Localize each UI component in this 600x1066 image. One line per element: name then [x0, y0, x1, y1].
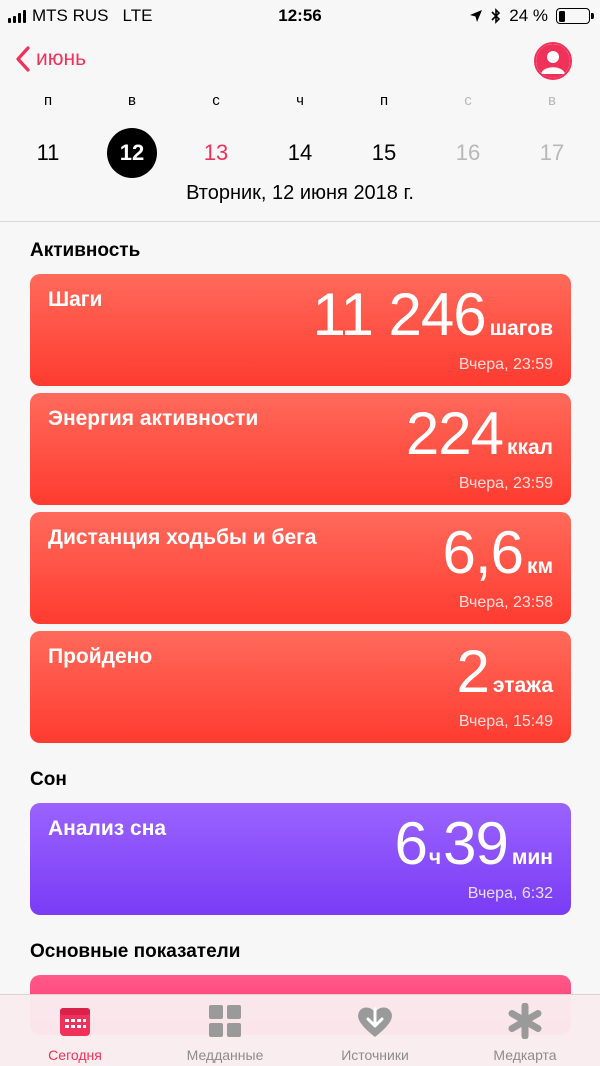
tab-label: Источники [341, 1047, 409, 1063]
value-unit: этажа [492, 674, 553, 697]
tab-today[interactable]: Сегодня [0, 995, 150, 1066]
section-title-vitals: Основные показатели [30, 941, 241, 962]
day-13-today[interactable]: с 13 [186, 92, 246, 178]
card-title: Анализ сна [48, 817, 167, 840]
day-number: 17 [539, 140, 565, 165]
day-number: 16 [455, 140, 481, 165]
minutes-number: 39 [443, 810, 509, 877]
card-title: Энергия активности [48, 407, 259, 430]
walking-distance-card[interactable]: Дистанция ходьбы и бега 6,6 км Вчера, 23… [30, 512, 571, 624]
location-icon [470, 10, 483, 22]
bluetooth-icon [491, 8, 501, 24]
day-number[interactable]: 12 [107, 128, 157, 178]
day-number[interactable]: 11 [23, 128, 73, 178]
day-letter: ч [296, 92, 304, 109]
calendar-icon [60, 1008, 90, 1036]
flights-climbed-card[interactable]: Пройдено 2 этажа Вчера, 15:49 [30, 631, 571, 743]
card-timestamp: Вчера, 6:32 [467, 885, 553, 902]
back-label: июнь [36, 47, 87, 70]
card-timestamp: Вчера, 23:59 [458, 356, 553, 373]
heart-down-icon [358, 1007, 392, 1037]
value-unit: шагов [489, 317, 553, 340]
day-letter: с [464, 92, 472, 109]
value-unit: ккал [506, 436, 553, 459]
tab-label: Медкарта [493, 1047, 557, 1063]
value-unit: км [526, 555, 553, 578]
steps-card[interactable]: Шаги 11 246 шагов Вчера, 23:59 [30, 274, 571, 386]
day-letter: с [212, 92, 220, 109]
tab-medical-id[interactable]: Медкарта [450, 995, 600, 1066]
value-number: 2 [456, 638, 490, 705]
card-timestamp: Вчера, 15:49 [458, 713, 553, 730]
battery-icon [556, 8, 594, 24]
hours-number: 6 [394, 810, 428, 877]
day-letter: п [43, 92, 53, 109]
card-value: 6 ч 39 мин [395, 809, 553, 878]
tab-label: Сегодня [48, 1047, 102, 1063]
value-number: 6,6 [442, 519, 524, 586]
day-letter: в [548, 92, 556, 109]
tab-sources[interactable]: Источники [300, 995, 450, 1066]
card-value: 11 246 шагов [313, 280, 553, 349]
day-16: с 16 [438, 92, 498, 178]
card-timestamp: Вчера, 23:59 [458, 475, 553, 492]
card-timestamp: Вчера, 23:58 [458, 594, 553, 611]
tab-health-data[interactable]: Медданные [150, 995, 300, 1066]
full-date-label: Вторник, 12 июня 2018 г. [186, 182, 414, 204]
day-number[interactable]: 13 [191, 128, 241, 178]
section-title-activity: Активность [30, 240, 141, 261]
active-energy-card[interactable]: Энергия активности 224 ккал Вчера, 23:59 [30, 393, 571, 505]
section-title-sleep: Сон [30, 769, 67, 790]
card-value: 2 этажа [457, 637, 553, 706]
day-12-selected[interactable]: в 12 [102, 92, 162, 178]
card-title: Дистанция ходьбы и бега [48, 526, 317, 549]
card-value: 224 ккал [406, 399, 553, 468]
day-number[interactable]: 14 [275, 128, 325, 178]
back-button[interactable]: июнь [16, 46, 86, 72]
day-letter: в [128, 92, 136, 109]
chevron-left-icon [16, 46, 30, 72]
day-14[interactable]: ч 14 [270, 92, 330, 178]
day-number[interactable]: 15 [359, 128, 409, 178]
value-number: 11 246 [312, 281, 487, 348]
profile-button[interactable] [534, 42, 572, 80]
hours-unit: ч [428, 846, 442, 869]
day-11[interactable]: п 11 [18, 92, 78, 178]
value-number: 224 [405, 400, 504, 467]
card-value: 6,6 км [443, 518, 553, 587]
battery-percent: 24 % [509, 6, 548, 25]
day-letter: п [379, 92, 389, 109]
card-title: Шаги [48, 288, 103, 311]
status-bar: MTS RUS LTE 12:56 24 % [0, 0, 600, 34]
date-header: июнь п 11 в 12 с 13 ч 14 п 15 с 16 в 17 … [0, 34, 600, 222]
sleep-analysis-card[interactable]: Анализ сна 6 ч 39 мин Вчера, 6:32 [30, 803, 571, 915]
day-15[interactable]: п 15 [354, 92, 414, 178]
day-17: в 17 [522, 92, 582, 178]
tab-label: Медданные [186, 1047, 264, 1063]
card-title: Пройдено [48, 645, 153, 668]
person-icon [536, 44, 570, 78]
minutes-unit: мин [511, 846, 553, 869]
asterisk-icon [508, 1003, 542, 1039]
grid-icon [209, 1005, 241, 1037]
tab-bar: Сегодня Медданные Источники Медкарта [0, 994, 600, 1066]
